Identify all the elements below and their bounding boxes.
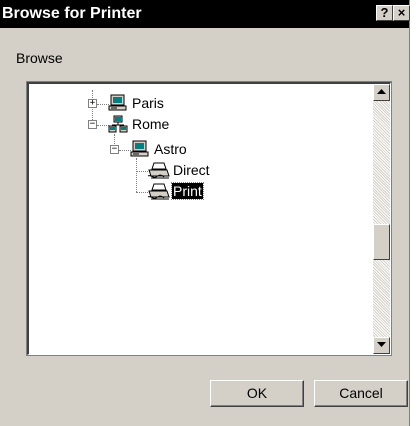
tree-node-label: Astro <box>154 141 187 157</box>
tree-node-label: Paris <box>132 95 164 111</box>
scroll-down-button[interactable] <box>373 337 390 354</box>
down-arrow-icon <box>377 342 386 347</box>
up-arrow-icon <box>377 89 386 94</box>
network-group-icon <box>108 115 128 133</box>
tree-node-paris[interactable]: + Paris <box>87 94 197 114</box>
tree-node-label: Rome <box>132 116 170 132</box>
collapse-button[interactable]: − <box>88 120 97 129</box>
tree-node-direct[interactable]: Direct <box>147 161 257 181</box>
scroll-up-button[interactable] <box>373 84 390 101</box>
browse-for-printer-dialog: Browse for Printer ? × Browse + Paris − <box>0 0 410 426</box>
help-button[interactable]: ? <box>376 5 393 21</box>
tree-node-rome[interactable]: − Rome <box>87 115 197 135</box>
printer-icon <box>147 183 170 200</box>
tree-node-astro[interactable]: − Astro <box>109 140 219 160</box>
close-button[interactable]: × <box>393 5 410 21</box>
vertical-scrollbar[interactable] <box>373 84 390 354</box>
window-title: Browse for Printer <box>2 5 142 22</box>
tree-node-label-selected: Print <box>171 182 204 200</box>
scroll-thumb[interactable] <box>373 224 390 260</box>
printer-icon <box>147 162 170 179</box>
collapse-button[interactable]: − <box>110 145 119 154</box>
cancel-button[interactable]: Cancel <box>314 380 408 407</box>
tree-node-print[interactable]: Print <box>147 182 257 202</box>
computer-icon <box>108 94 127 111</box>
browse-label: Browse <box>16 50 63 66</box>
tree-node-label: Direct <box>173 162 210 178</box>
expand-button[interactable]: + <box>88 99 97 108</box>
ok-button[interactable]: OK <box>210 380 304 407</box>
tree-connector <box>136 158 137 192</box>
title-bar[interactable]: Browse for Printer ? × <box>0 0 410 28</box>
printer-tree-view[interactable]: + Paris − Rome − Astro Direct Print <box>26 81 392 356</box>
computer-icon <box>130 140 149 157</box>
